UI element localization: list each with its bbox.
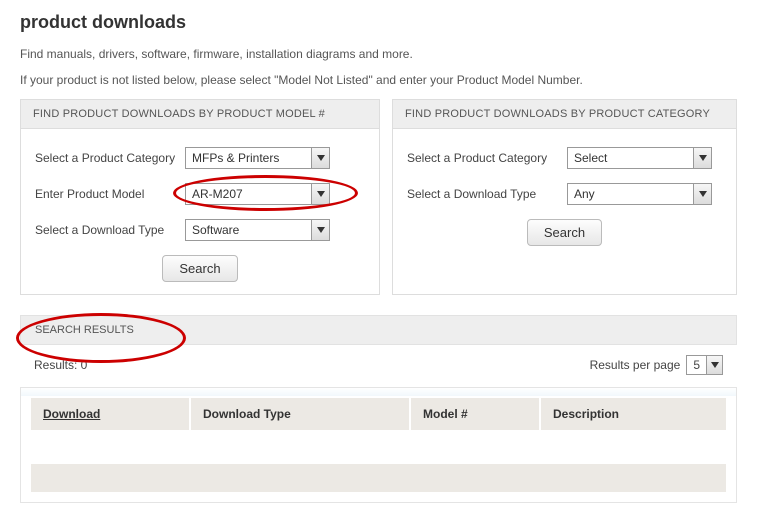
download-type-select-2-value: Any: [568, 184, 693, 204]
category-select-2[interactable]: Select: [567, 147, 712, 169]
chevron-down-icon: [311, 220, 329, 240]
category-select-2-value: Select: [568, 148, 693, 168]
results-per-page-value: 5: [687, 356, 706, 374]
panel-by-model-heading: FIND PRODUCT DOWNLOADS BY PRODUCT MODEL …: [21, 100, 379, 129]
chevron-down-icon: [693, 148, 711, 168]
results-per-page-label: Results per page: [590, 358, 681, 372]
model-select-value: AR-M207: [186, 184, 311, 204]
model-select[interactable]: AR-M207: [185, 183, 330, 205]
col-download-type: Download Type: [191, 398, 411, 430]
model-label: Enter Product Model: [35, 187, 185, 201]
chevron-down-icon: [311, 148, 329, 168]
panel-by-category: FIND PRODUCT DOWNLOADS BY PRODUCT CATEGO…: [392, 99, 737, 295]
search-button-category[interactable]: Search: [527, 219, 602, 246]
chevron-down-icon: [311, 184, 329, 204]
category-label-2: Select a Product Category: [407, 151, 567, 165]
chevron-down-icon: [706, 356, 722, 374]
panel-by-model: FIND PRODUCT DOWNLOADS BY PRODUCT MODEL …: [20, 99, 380, 295]
results-table: Download Download Type Model # Descripti…: [20, 387, 737, 503]
col-model: Model #: [411, 398, 541, 430]
category-select[interactable]: MFPs & Printers: [185, 147, 330, 169]
download-type-select-2[interactable]: Any: [567, 183, 712, 205]
search-button-model[interactable]: Search: [162, 255, 237, 282]
results-empty-row: [31, 430, 726, 456]
download-type-select-value: Software: [186, 220, 311, 240]
search-results-heading: SEARCH RESULTS: [20, 315, 737, 345]
col-description: Description: [541, 398, 726, 430]
download-type-label-2: Select a Download Type: [407, 187, 567, 201]
chevron-down-icon: [693, 184, 711, 204]
intro-text-2: If your product is not listed below, ple…: [20, 73, 737, 87]
results-footer-bar: [31, 464, 726, 492]
col-download[interactable]: Download: [31, 398, 191, 430]
intro-text-1: Find manuals, drivers, software, firmwar…: [20, 47, 737, 61]
category-select-value: MFPs & Printers: [186, 148, 311, 168]
download-type-label: Select a Download Type: [35, 223, 185, 237]
category-label: Select a Product Category: [35, 151, 185, 165]
panel-by-category-heading: FIND PRODUCT DOWNLOADS BY PRODUCT CATEGO…: [393, 100, 736, 129]
results-per-page-select[interactable]: 5: [686, 355, 723, 375]
page-title: product downloads: [20, 12, 737, 33]
results-count: Results: 0: [34, 358, 87, 372]
download-type-select[interactable]: Software: [185, 219, 330, 241]
